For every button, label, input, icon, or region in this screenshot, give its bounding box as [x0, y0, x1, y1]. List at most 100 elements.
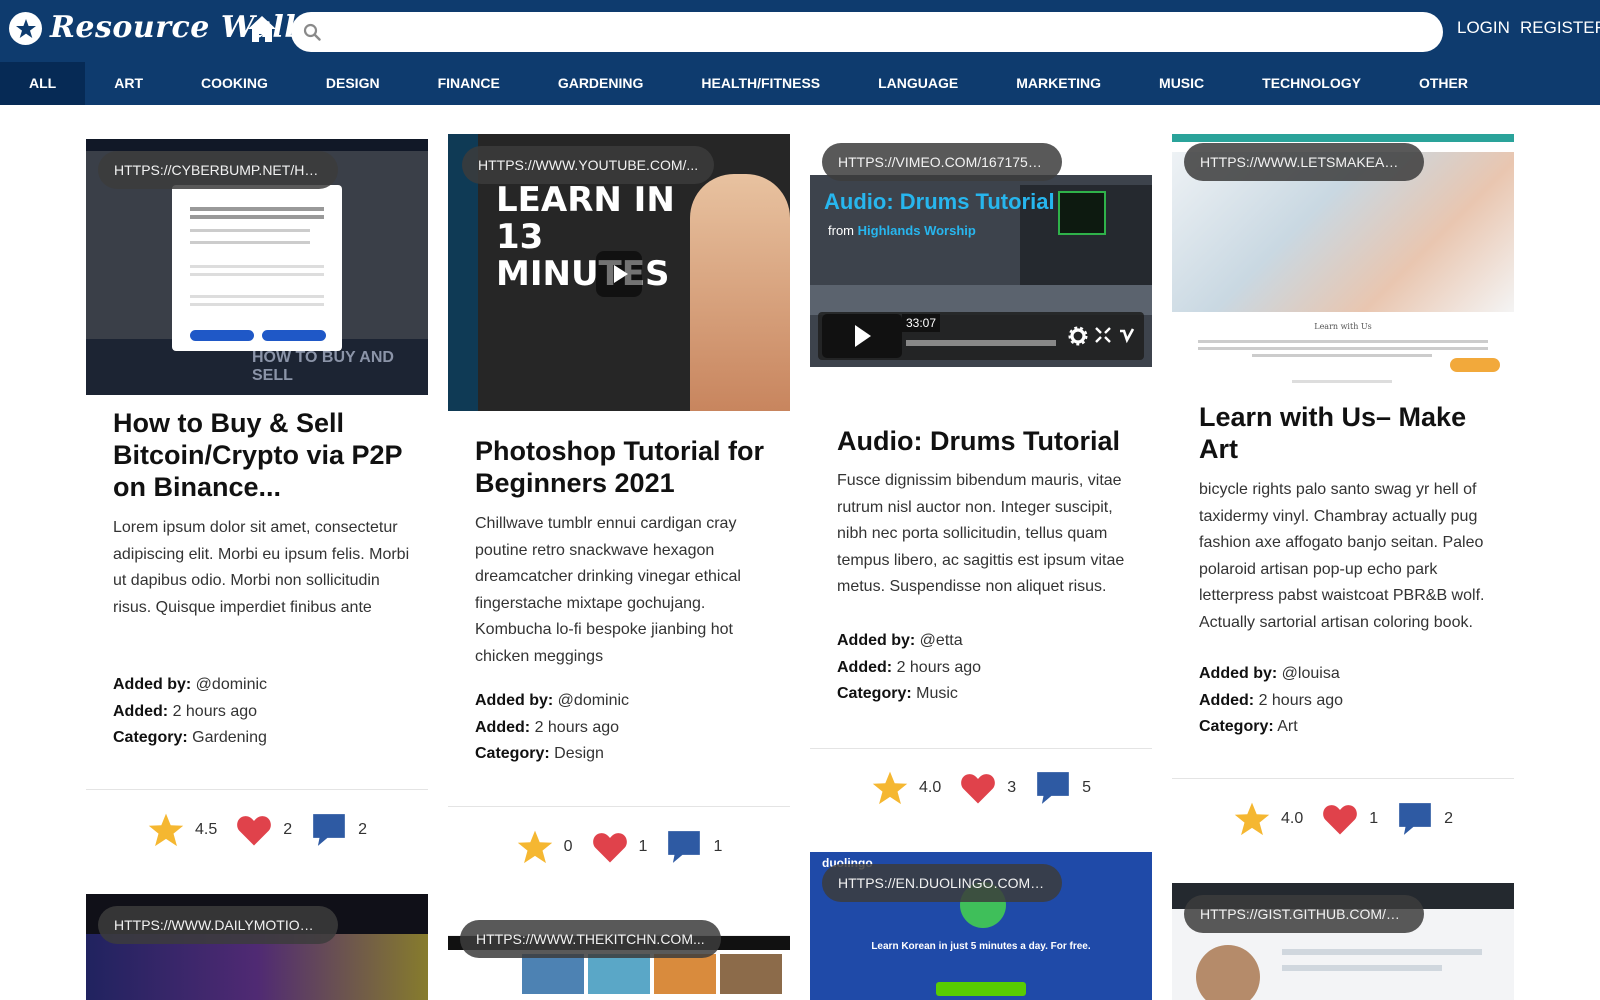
search-bar[interactable] — [291, 12, 1443, 52]
added-label: Added: — [113, 702, 169, 720]
card-title[interactable]: Photoshop Tutorial for Beginners 2021 — [475, 435, 775, 499]
heart-icon — [1323, 805, 1358, 835]
card-thumbnail[interactable]: HTTPS://WWW.DAILYMOTION.CO... — [86, 894, 428, 1000]
url-pill[interactable]: HTTPS://GIST.GITHUB.COM/KVIR... — [1184, 895, 1424, 933]
comments-stat[interactable]: 2 — [1396, 800, 1453, 838]
likes-count: 1 — [1369, 810, 1379, 827]
likes-stat[interactable]: 3 — [959, 771, 1016, 805]
home-icon[interactable] — [246, 14, 278, 44]
card-thumbnail[interactable]: HTTPS://WWW.THEKITCHN.COM... — [448, 918, 790, 1000]
nav-item-cooking[interactable]: COOKING — [172, 62, 297, 105]
search-icon — [303, 23, 321, 41]
rating-stat[interactable]: 4.0 — [1233, 801, 1303, 837]
card-title[interactable]: How to Buy & Sell Bitcoin/Crypto via P2P… — [113, 407, 413, 503]
nav-item-other[interactable]: OTHER — [1390, 62, 1497, 105]
avatar — [1196, 945, 1260, 1000]
login-link[interactable]: LOGIN — [1457, 18, 1510, 38]
play-button[interactable] — [596, 251, 642, 297]
added-by-value[interactable]: @etta — [920, 632, 963, 649]
comment-icon — [1399, 803, 1431, 835]
nav-item-art[interactable]: ART — [85, 62, 172, 105]
rating-value: 4.0 — [1280, 810, 1304, 827]
resource-card[interactable]: Learn with Us HTTPS://WWW.LETSMAKEART.C.… — [1172, 105, 1514, 880]
search-input[interactable] — [331, 18, 1421, 46]
card-title[interactable]: Audio: Drums Tutorial — [837, 425, 1137, 457]
thumbnail-caption: Learn with Us — [1314, 322, 1372, 331]
added-label: Added: — [837, 658, 893, 676]
thumbnail-author: Highlands Worship — [857, 223, 976, 238]
nav-item-design[interactable]: DESIGN — [297, 62, 409, 105]
url-pill[interactable]: HTTPS://WWW.THEKITCHN.COM... — [460, 920, 721, 958]
url-pill[interactable]: HTTPS://CYBERBUMP.NET/HOW-... — [98, 151, 338, 189]
thumbnail-caption: Audio: Drums Tutorial — [824, 189, 1055, 214]
comments-count: 5 — [1082, 779, 1092, 796]
register-link[interactable]: REGISTER — [1520, 18, 1600, 38]
star-icon — [517, 830, 552, 864]
rating-value: 0 — [563, 838, 573, 855]
resource-card[interactable]: HTTPS://WWW.THEKITCHN.COM... — [448, 918, 790, 1000]
rating-stat[interactable]: 4.0 — [871, 770, 941, 806]
nav-item-music[interactable]: MUSIC — [1130, 62, 1233, 105]
added-by-label: Added by: — [837, 632, 916, 649]
likes-count: 2 — [283, 821, 293, 838]
logo-star-icon[interactable] — [9, 12, 42, 45]
added-by-value[interactable]: @dominic — [196, 676, 267, 693]
card-description: Chillwave tumblr ennui cardigan cray pou… — [475, 515, 741, 665]
nav-item-language[interactable]: LANGUAGE — [849, 62, 987, 105]
app-header: Resource Wall LOGIN REGISTER ALL ART COO… — [0, 0, 1600, 105]
comments-stat[interactable]: 2 — [310, 811, 367, 849]
resource-card[interactable]: Audio: Drums Tutorial from Highlands Wor… — [810, 105, 1152, 850]
resource-card[interactable]: HTTPS://WWW.DAILYMOTION.CO... — [86, 894, 428, 1000]
nav-item-technology[interactable]: TECHNOLOGY — [1233, 62, 1390, 105]
play-icon — [855, 325, 871, 347]
card-meta: Added by: @dominic Added: 2 hours ago Ca… — [113, 672, 413, 752]
comments-count: 2 — [1444, 810, 1454, 827]
comments-stat[interactable]: 5 — [1034, 769, 1091, 807]
vimeo-icon[interactable] — [1118, 326, 1136, 344]
card-thumbnail[interactable]: duolingo Learn Korean in just 5 minutes … — [810, 852, 1152, 1000]
card-description: bicycle rights palo santo swag yr hell o… — [1199, 481, 1485, 631]
rating-stat[interactable]: 4.5 — [147, 812, 217, 848]
nav-item-gardening[interactable]: GARDENING — [529, 62, 673, 105]
resource-card[interactable]: HTTPS://GIST.GITHUB.COM/KVIR... — [1172, 883, 1514, 1000]
added-by-value[interactable]: @dominic — [558, 692, 629, 709]
added-by-value[interactable]: @louisa — [1282, 665, 1340, 682]
nav-item-finance[interactable]: FINANCE — [409, 62, 529, 105]
rating-stat[interactable]: 0 — [516, 829, 573, 865]
resource-card[interactable]: HOW TO BUY AND SELL HTTPS://CYBERBUMP.NE… — [86, 105, 428, 905]
added-label: Added: — [1199, 691, 1255, 709]
heart-icon — [592, 833, 627, 863]
likes-stat[interactable]: 1 — [1321, 802, 1378, 836]
card-thumbnail[interactable]: Audio: Drums Tutorial from Highlands Wor… — [810, 175, 1152, 367]
nav-item-all[interactable]: ALL — [0, 62, 86, 105]
consent-dialog-image — [172, 185, 342, 351]
resource-card[interactable]: LEARN IN 13 MINUTES HTTPS://WWW.YOUTUBE.… — [448, 105, 790, 915]
fullscreen-icon[interactable] — [1095, 327, 1111, 343]
likes-stat[interactable]: 2 — [235, 813, 292, 847]
likes-stat[interactable]: 1 — [591, 830, 647, 864]
card-description: Fusce dignissim bibendum mauris, vitae r… — [837, 472, 1125, 595]
card-thumbnail[interactable]: LEARN IN 13 MINUTES HTTPS://WWW.YOUTUBE.… — [448, 134, 790, 411]
card-title[interactable]: Learn with Us– Make Art — [1199, 401, 1499, 465]
nav-item-health-fitness[interactable]: HEALTH/FITNESS — [672, 62, 849, 105]
url-pill[interactable]: HTTPS://WWW.LETSMAKEART.C... — [1184, 143, 1424, 181]
category-value: Design — [554, 745, 604, 762]
play-button[interactable] — [822, 314, 902, 358]
comments-stat[interactable]: 1 — [665, 828, 722, 866]
nav-item-marketing[interactable]: MARKETING — [987, 62, 1130, 105]
added-value: 2 hours ago — [896, 658, 982, 676]
url-pill[interactable]: HTTPS://EN.DUOLINGO.COM/C... — [822, 864, 1062, 902]
card-thumbnail[interactable]: HTTPS://GIST.GITHUB.COM/KVIR... — [1172, 883, 1514, 1000]
star-icon — [872, 771, 908, 805]
url-pill[interactable]: HTTPS://WWW.DAILYMOTION.CO... — [98, 906, 338, 944]
added-by-label: Added by: — [475, 692, 554, 709]
thumbnail-caption: HOW TO BUY AND SELL — [252, 349, 394, 384]
card-thumbnail[interactable]: HOW TO BUY AND SELL HTTPS://CYBERBUMP.NE… — [86, 139, 428, 395]
resource-card[interactable]: duolingo Learn Korean in just 5 minutes … — [810, 852, 1152, 1000]
video-duration: 33:07 — [902, 314, 941, 332]
url-pill[interactable]: HTTPS://WWW.YOUTUBE.COM/... — [462, 146, 715, 184]
gear-icon[interactable] — [1068, 326, 1088, 346]
url-pill[interactable]: HTTPS://VIMEO.COM/167175768 — [822, 143, 1062, 181]
card-meta: Added by: @etta Added: 2 hours ago Categ… — [837, 628, 1137, 708]
rating-value: 4.5 — [194, 821, 218, 838]
